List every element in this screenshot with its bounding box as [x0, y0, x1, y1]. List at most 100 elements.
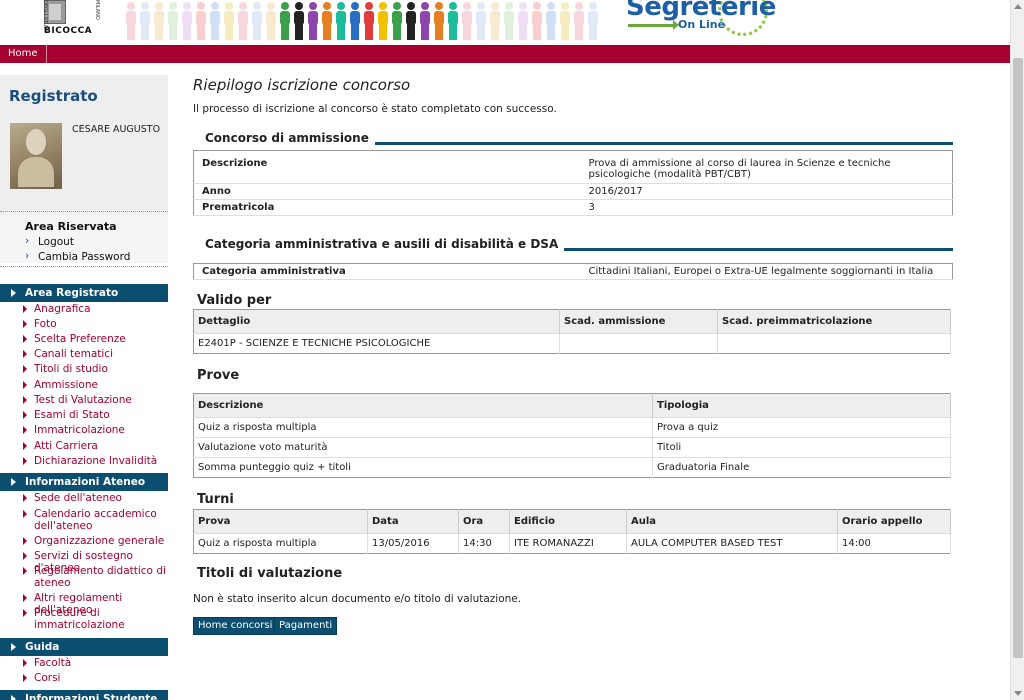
person-silhouette-icon — [504, 2, 514, 40]
valido-per-title: Valido per — [197, 293, 272, 308]
section-guida[interactable]: Guida — [0, 638, 168, 656]
person-silhouette-icon — [224, 2, 234, 40]
person-silhouette-icon — [336, 2, 346, 40]
sidebar-item-procedure-immatricolazione[interactable]: Procedure di immatricolazione — [23, 607, 170, 631]
person-silhouette-icon — [294, 2, 304, 40]
column-header: Aula — [626, 509, 838, 534]
sidebar-item-foto[interactable]: Foto — [23, 318, 170, 330]
table-cell: AULA COMPUTER BASED TEST — [626, 533, 838, 554]
column-header: Scad. preimmatricolazione — [717, 309, 951, 334]
avatar — [10, 123, 62, 189]
scroll-down-icon[interactable] — [1014, 691, 1022, 696]
turni-title: Turni — [197, 492, 234, 507]
sidebar-item-facolta[interactable]: Facoltà — [23, 657, 170, 669]
column-header: Scad. ammissione — [559, 309, 718, 334]
section-categoria-title: Categoria amministrativa e ausili di dis… — [193, 237, 565, 251]
column-header: Prova — [193, 509, 368, 534]
table-cell — [559, 333, 718, 354]
vertical-scrollbar[interactable] — [1010, 0, 1024, 700]
sidebar-item-ammissione[interactable]: Ammissione — [23, 379, 170, 391]
section-area-registrato[interactable]: Area Registrato — [0, 284, 168, 302]
sidebar-item-esami-di-stato[interactable]: Esami di Stato — [23, 409, 170, 421]
column-header: Tipologia — [652, 393, 951, 418]
table-row: Descrizione Prova di ammissione al corso… — [193, 150, 953, 184]
divider — [0, 266, 168, 267]
home-concorsi-button[interactable]: Home concorsi — [193, 617, 278, 635]
sidebar-item-immatricolazione[interactable]: Immatricolazione — [23, 424, 170, 436]
sidebar-item-canali-tematici[interactable]: Canali tematici — [23, 348, 170, 360]
person-silhouette-icon — [126, 2, 136, 40]
person-silhouette-icon — [476, 2, 486, 40]
person-silhouette-icon — [266, 2, 276, 40]
sidebar-item-regolamento-didattico[interactable]: Regolamento didattico di ateneo — [23, 565, 170, 589]
row-key: Anno — [193, 183, 581, 200]
table-row: Quiz a risposta multipla 13/05/2016 14:3… — [193, 533, 951, 554]
pagamenti-button[interactable]: Pagamenti — [274, 617, 338, 635]
valido-per-table: Dettaglio Scad. ammissione Scad. preimma… — [193, 309, 951, 354]
sidebar-item-anagrafica[interactable]: Anagrafica — [23, 303, 170, 315]
person-silhouette-icon — [462, 2, 472, 40]
prove-title: Prove — [197, 368, 240, 383]
table-row: Prematricola 3 — [193, 199, 953, 216]
sidebar-item-titoli-di-studio[interactable]: Titoli di studio — [23, 363, 170, 375]
sidebar-item-test-di-valutazione[interactable]: Test di Valutazione — [23, 394, 170, 406]
row-value: Cittadini Italiani, Europei o Extra-UE l… — [580, 263, 953, 280]
scroll-up-icon[interactable] — [1014, 4, 1022, 9]
person-silhouette-icon — [168, 2, 178, 40]
page-title: Riepilogo iscrizione concorso — [193, 76, 411, 94]
person-silhouette-icon — [378, 2, 388, 40]
logo-text: BICOCCA — [44, 26, 93, 36]
table-cell: 13/05/2016 — [367, 533, 459, 554]
sidebar-item-corsi[interactable]: Corsi — [23, 672, 170, 684]
section-informazioni-ateneo[interactable]: Informazioni Ateneo — [0, 473, 168, 491]
table-header-row: Dettaglio Scad. ammissione Scad. preimma… — [193, 309, 951, 334]
person-silhouette-icon — [350, 2, 360, 40]
row-key: Prematricola — [193, 199, 581, 216]
person-silhouette-icon — [420, 2, 430, 40]
table-row: Categoria amministrativa Cittadini Itali… — [193, 263, 953, 280]
turni-table: Prova Data Ora Edificio Aula Orario appe… — [193, 509, 951, 554]
prove-table: Descrizione Tipologia Quiz a risposta mu… — [193, 393, 951, 478]
sidebar-item-dichiarazione-invalidita[interactable]: Dichiarazione Invalidità — [23, 455, 170, 467]
header-banner: DEGLI STUDI MILANO BICOCCA Segreterie On… — [0, 0, 1010, 45]
sidebar-title: Registrato — [9, 87, 98, 105]
person-silhouette-icon — [280, 2, 290, 40]
column-header: Dettaglio — [193, 309, 560, 334]
change-password-link[interactable]: Cambia Password — [25, 250, 130, 263]
concorso-table: Descrizione Prova di ammissione al corso… — [193, 150, 953, 216]
home-link[interactable]: Home — [0, 45, 47, 63]
sidebar-item-organizzazione-generale[interactable]: Organizzazione generale — [23, 535, 170, 547]
person-silhouette-icon — [210, 2, 220, 40]
intro-text: Il processo di iscrizione al concorso è … — [193, 103, 557, 115]
scrollbar-thumb[interactable] — [1013, 58, 1023, 658]
person-silhouette-icon — [140, 2, 150, 40]
table-cell: Quiz a risposta multipla — [193, 533, 368, 554]
table-cell: E2401P - SCIENZE E TECNICHE PSICOLOGICHE — [193, 333, 560, 354]
sidebar-item-calendario-accademico[interactable]: Calendario accademico dell'ateneo — [23, 508, 170, 532]
table-cell: Quiz a risposta multipla — [193, 417, 653, 438]
sidebar-item-sede-ateneo[interactable]: Sede dell'ateneo — [23, 492, 170, 504]
table-cell: Somma punteggio quiz + titoli — [193, 457, 653, 478]
table-cell: 14:00 — [837, 533, 951, 554]
titoli-title: Titoli di valutazione — [197, 566, 343, 581]
logout-link[interactable]: Logout — [25, 235, 74, 248]
person-silhouette-icon — [560, 2, 570, 40]
sidebar-item-scelta-preferenze[interactable]: Scelta Preferenze — [23, 333, 170, 345]
university-logo[interactable]: DEGLI STUDI MILANO BICOCCA — [40, 0, 100, 40]
person-silhouette-icon — [196, 2, 206, 40]
table-header-row: Descrizione Tipologia — [193, 393, 951, 418]
person-silhouette-icon — [490, 2, 500, 40]
table-cell: Valutazione voto maturità — [193, 437, 653, 458]
person-silhouette-icon — [182, 2, 192, 40]
person-silhouette-icon — [238, 2, 248, 40]
column-header: Data — [367, 509, 459, 534]
column-header: Edificio — [509, 509, 627, 534]
segreterie-online-logo: Segreterie On Line — [620, 0, 776, 42]
person-silhouette-icon — [588, 2, 598, 40]
sidebar-item-atti-carriera[interactable]: Atti Carriera — [23, 440, 170, 452]
column-header: Ora — [458, 509, 510, 534]
column-header: Descrizione — [193, 393, 653, 418]
table-cell: Graduatoria Finale — [652, 457, 951, 478]
table-cell: 14:30 — [458, 533, 510, 554]
section-informazioni-studente[interactable]: Informazioni Studente — [0, 690, 168, 700]
